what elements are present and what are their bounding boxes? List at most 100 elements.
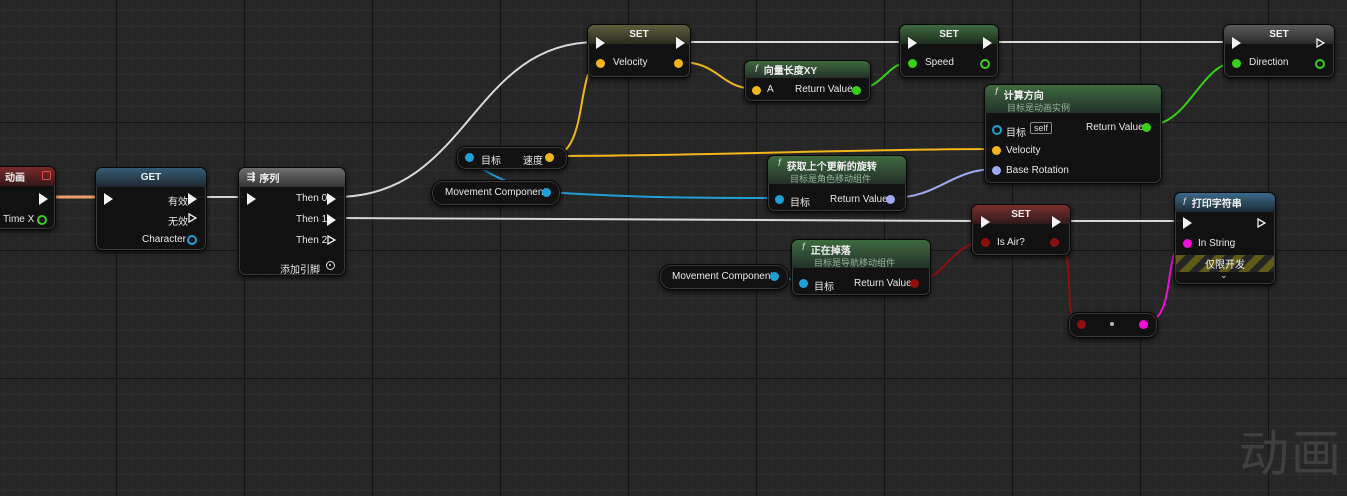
set-is-air-exec-in[interactable] (981, 216, 990, 228)
bool-to-string-in-pin[interactable] (1077, 320, 1086, 329)
calc-direction-return-pin[interactable] (1142, 123, 1151, 132)
get-last-rotation-return-label: Return Value (830, 194, 888, 205)
get-last-rotation-node[interactable]: f 获取上个更新的旋转 目标是角色移动组件 目标 Return Value (767, 155, 907, 212)
get-last-rotation-target-label: 目标 (790, 198, 810, 209)
vector-length-header: f 向量长度XY (745, 61, 870, 78)
set-velocity-out-pin[interactable] (674, 59, 683, 68)
calc-direction-return-label: Return Value (1086, 122, 1144, 133)
velocity-get-target-label: 目标 (481, 156, 501, 167)
set-is-air-in-pin[interactable] (981, 238, 990, 247)
sequence-then2-label: Then 2 (296, 235, 328, 246)
sequence-title: 序列 (259, 174, 280, 185)
vector-length-a-label: A (767, 84, 774, 95)
get-character-node[interactable]: GET 有效 无效 Character (95, 167, 207, 251)
set-velocity-node[interactable]: SET Velocity (587, 24, 691, 78)
is-falling-header: f 正在掉落 目标是导航移动组件 (792, 240, 930, 268)
calc-direction-title: 计算方向 (1003, 91, 1044, 102)
get-character-pin[interactable] (187, 235, 197, 245)
event-node[interactable]: 动画 Time X (0, 166, 56, 230)
event-float-pin[interactable] (37, 215, 47, 225)
get-valid-label: 有效 (168, 197, 188, 208)
movement-component-node-2[interactable]: Movement Component (659, 264, 789, 290)
print-string-header: f 打印字符串 (1175, 193, 1275, 212)
print-string-title: 打印字符串 (1191, 199, 1242, 210)
function-icon: f (755, 64, 758, 75)
set-direction-exec-in[interactable] (1232, 37, 1241, 49)
chevron-down-icon[interactable]: ⌄ (1220, 270, 1228, 281)
set-velocity-exec-out[interactable] (676, 37, 685, 49)
set-speed-exec-in[interactable] (908, 37, 917, 49)
set-is-air-label: Is Air? (997, 237, 1025, 248)
sequence-icon: ⇶ (247, 172, 256, 183)
print-string-node[interactable]: f 打印字符串 In String 仅限开发 ⌄ (1174, 192, 1276, 285)
set-direction-exec-out[interactable] (1316, 38, 1325, 48)
velocity-get-speed-pin[interactable] (545, 153, 554, 162)
sequence-add-pin-label[interactable]: 添加引脚 (280, 261, 320, 276)
function-icon: f (802, 242, 805, 253)
set-speed-exec-out[interactable] (983, 37, 992, 49)
set-is-air-out-pin[interactable] (1050, 238, 1059, 247)
event-pin-label: Time X (3, 214, 35, 225)
sequence-then0-pin[interactable] (327, 193, 336, 205)
calc-direction-self-box[interactable]: self (1030, 122, 1053, 134)
vector-length-a-pin[interactable] (752, 86, 761, 95)
sequence-then1-pin[interactable] (327, 214, 336, 226)
is-falling-return-label: Return Value (854, 278, 912, 289)
set-velocity-in-pin[interactable] (596, 59, 605, 68)
set-speed-out-pin[interactable] (980, 59, 990, 69)
set-is-air-exec-out[interactable] (1052, 216, 1061, 228)
set-speed-node[interactable]: SET Speed (899, 24, 999, 78)
sequence-then1-label: Then 1 (296, 214, 328, 225)
calc-direction-rotation-pin[interactable] (992, 166, 1001, 175)
get-last-rotation-header: f 获取上个更新的旋转 目标是角色移动组件 (768, 156, 906, 184)
calc-direction-header: f 计算方向 目标是动画实例 (985, 85, 1161, 113)
print-string-exec-in[interactable] (1183, 217, 1192, 229)
get-last-rotation-return-pin[interactable] (886, 195, 895, 204)
movement-component-pin-1[interactable] (542, 188, 551, 197)
set-velocity-exec-in[interactable] (596, 37, 605, 49)
add-pin-icon[interactable] (326, 261, 335, 270)
sequence-then0-label: Then 0 (296, 193, 328, 204)
sequence-node[interactable]: ⇶ 序列 Then 0 Then 1 Then 2 添加引脚 (238, 167, 346, 276)
set-direction-in-pin[interactable] (1232, 59, 1241, 68)
watermark-text: 动画 (1239, 425, 1343, 483)
get-last-rotation-target-pin[interactable] (775, 195, 784, 204)
movement-component-pin-2[interactable] (770, 272, 779, 281)
is-falling-target-label: 目标 (814, 282, 834, 293)
is-falling-node[interactable]: f 正在掉落 目标是导航移动组件 目标 Return Value (791, 239, 931, 296)
calc-direction-velocity-pin[interactable] (992, 146, 1001, 155)
print-string-in-pin[interactable] (1183, 239, 1192, 248)
object-wire-mc1-rot (545, 191, 780, 199)
get-invalid-exec-out[interactable] (188, 213, 197, 223)
set-direction-label: Direction (1249, 57, 1289, 68)
function-icon: f (778, 158, 781, 169)
is-falling-title: 正在掉落 (810, 246, 851, 257)
print-string-in-label: In String (1198, 238, 1236, 249)
bool-to-string-out-pin[interactable] (1139, 320, 1148, 329)
velocity-get-node[interactable]: 目标 速度 (456, 146, 568, 170)
event-exec-out[interactable] (39, 193, 48, 205)
set-velocity-label: Velocity (613, 57, 648, 68)
velocity-get-target-pin[interactable] (465, 153, 474, 162)
set-direction-node[interactable]: SET Direction (1223, 24, 1335, 78)
function-icon: f (1183, 197, 1186, 208)
get-exec-in[interactable] (104, 193, 113, 205)
sequence-exec-in[interactable] (247, 193, 256, 205)
set-speed-in-pin[interactable] (908, 59, 917, 68)
set-direction-out-pin[interactable] (1315, 59, 1325, 69)
movement-component-node-1[interactable]: Movement Component (431, 180, 561, 206)
calc-direction-target-pin[interactable] (992, 125, 1002, 135)
print-string-exec-out[interactable] (1257, 218, 1266, 228)
sequence-then2-pin[interactable] (327, 235, 336, 245)
dev-only-label: 仅限开发 (1205, 260, 1245, 271)
get-valid-exec-out[interactable] (188, 193, 197, 205)
function-icon: f (995, 87, 998, 98)
vector-length-return-pin[interactable] (852, 86, 861, 95)
movement-component-label-1: Movement Component (445, 187, 547, 198)
calc-direction-node[interactable]: f 计算方向 目标是动画实例 目标 self Return Value Velo… (984, 84, 1162, 184)
vector-length-node[interactable]: f 向量长度XY A Return Value (744, 60, 871, 102)
bool-to-string-node[interactable] (1068, 312, 1158, 338)
set-is-air-node[interactable]: SET Is Air? (971, 204, 1071, 256)
is-falling-target-pin[interactable] (799, 279, 808, 288)
is-falling-return-pin[interactable] (910, 279, 919, 288)
